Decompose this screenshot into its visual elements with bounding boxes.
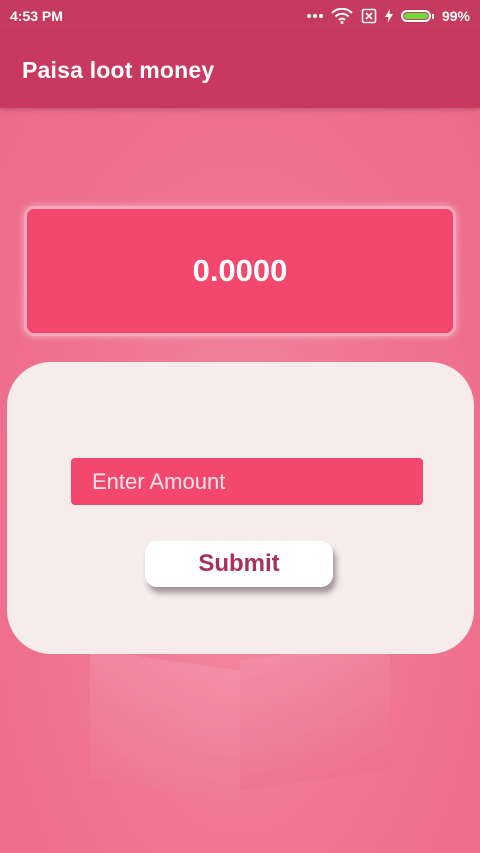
balance-value: 0.0000 <box>192 253 288 288</box>
sim-disabled-icon <box>361 8 377 24</box>
more-dots-icon <box>306 13 323 19</box>
battery-percent: 99% <box>441 8 470 24</box>
app-title: Paisa loot money <box>22 56 215 83</box>
amount-input[interactable] <box>71 458 423 505</box>
background-gift-box-decoration <box>90 639 390 801</box>
app-bar: Paisa loot money <box>0 32 480 108</box>
battery-icon <box>400 10 434 22</box>
status-icons: 99% <box>306 8 470 24</box>
wifi-icon <box>331 8 353 24</box>
charging-bolt-icon <box>384 9 393 23</box>
status-time: 4:53 PM <box>10 8 63 24</box>
amount-form-card <box>7 362 474 654</box>
battery-fill <box>403 13 428 19</box>
status-bar: 4:53 PM 99% <box>0 0 480 32</box>
submit-button[interactable]: Submit <box>145 541 333 587</box>
balance-card: 0.0000 <box>24 206 456 336</box>
